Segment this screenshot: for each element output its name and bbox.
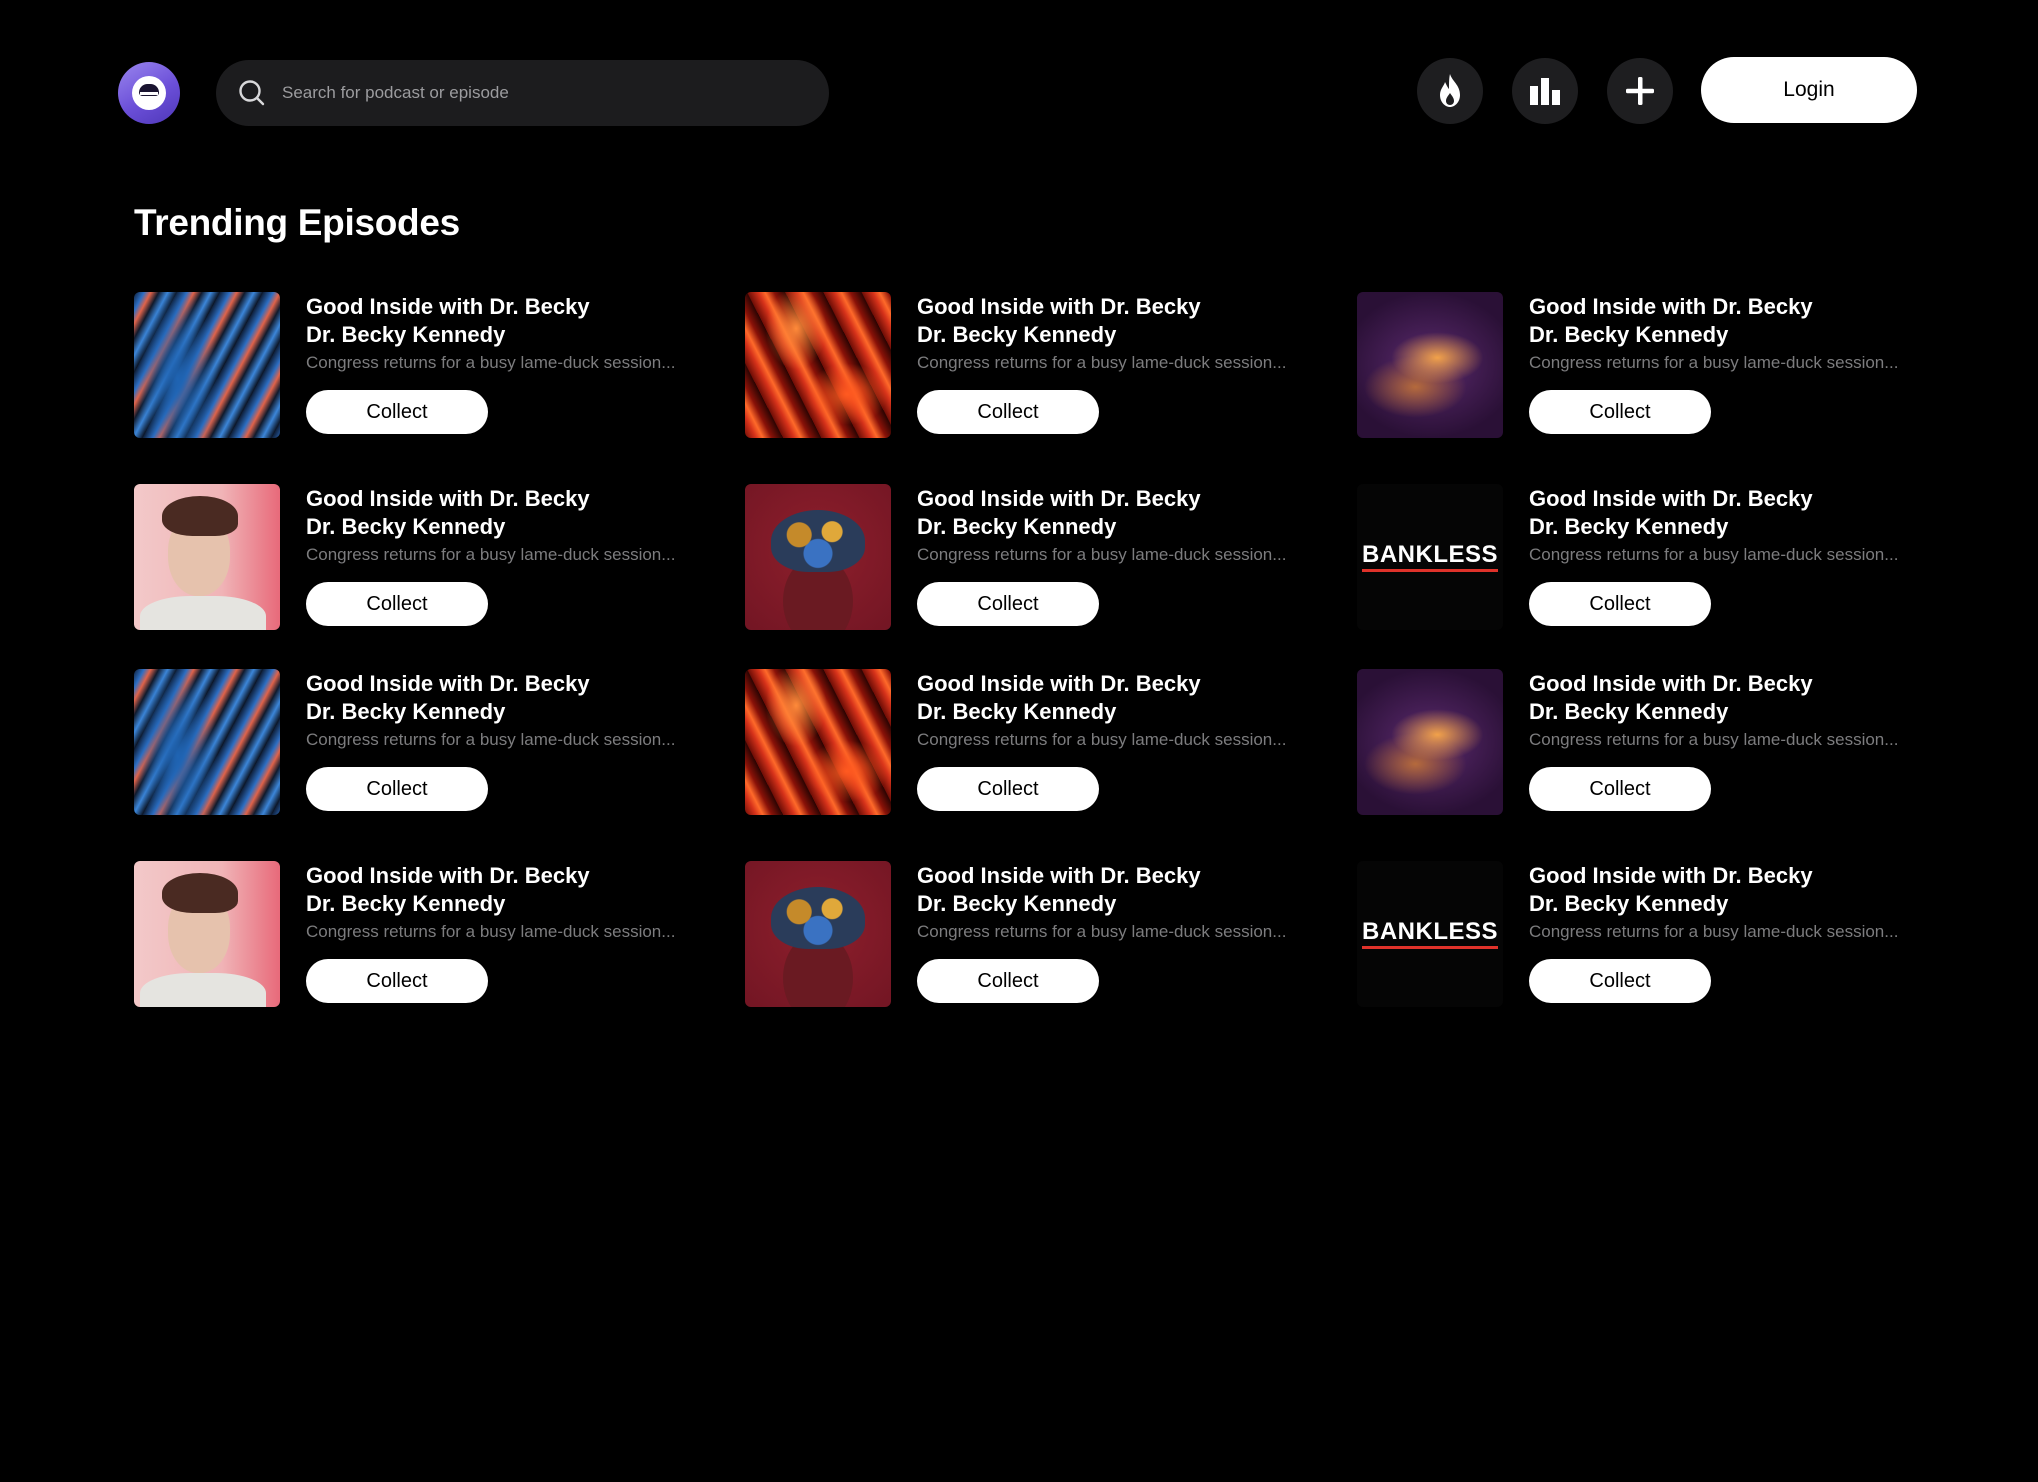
search-bar[interactable] [216,60,829,126]
add-button[interactable] [1607,58,1673,124]
episode-artwork[interactable] [134,484,280,630]
section-title: Trending Episodes [134,202,460,243]
logo-icon [132,76,166,110]
episode-author[interactable]: Dr. Becky Kennedy [1529,893,1728,915]
collect-button[interactable]: Collect [1529,767,1711,811]
episode-author[interactable]: Dr. Becky Kennedy [917,324,1116,346]
collect-button[interactable]: Collect [917,767,1099,811]
episode-artwork[interactable] [745,484,891,630]
collect-button[interactable]: Collect [1529,390,1711,434]
episode-card[interactable]: Good Inside with Dr. Becky Dr. Becky Ken… [1357,292,1957,438]
episode-card[interactable]: Good Inside with Dr. Becky Dr. Becky Ken… [1357,669,1957,815]
episode-artwork[interactable]: BANKLESS [1357,484,1503,630]
episode-card[interactable]: Good Inside with Dr. Becky Dr. Becky Ken… [134,669,734,815]
charts-button[interactable] [1512,58,1578,124]
episode-author[interactable]: Dr. Becky Kennedy [306,893,505,915]
episode-author[interactable]: Dr. Becky Kennedy [1529,701,1728,723]
collect-button[interactable]: Collect [306,582,488,626]
trending-button[interactable] [1417,58,1483,124]
episode-artwork[interactable] [745,292,891,438]
episode-card[interactable]: Good Inside with Dr. Becky Dr. Becky Ken… [745,861,1345,1007]
episode-title[interactable]: Good Inside with Dr. Becky [1529,865,1813,887]
episode-description: Congress returns for a busy lame-duck se… [1529,545,1899,564]
episode-author[interactable]: Dr. Becky Kennedy [1529,516,1728,538]
collect-button[interactable]: Collect [1529,582,1711,626]
episode-description: Congress returns for a busy lame-duck se… [306,730,676,749]
episode-description: Congress returns for a busy lame-duck se… [1529,922,1899,941]
episode-artwork[interactable] [745,861,891,1007]
episode-card[interactable]: Good Inside with Dr. Becky Dr. Becky Ken… [745,669,1345,815]
episode-artwork[interactable] [1357,669,1503,815]
episode-card[interactable]: Good Inside with Dr. Becky Dr. Becky Ken… [134,292,734,438]
search-input[interactable] [282,83,829,103]
episode-title[interactable]: Good Inside with Dr. Becky [917,673,1201,695]
search-icon [239,80,265,106]
episode-title[interactable]: Good Inside with Dr. Becky [1529,488,1813,510]
episode-card[interactable]: BANKLESS Good Inside with Dr. Becky Dr. … [1357,484,1957,630]
episode-title[interactable]: Good Inside with Dr. Becky [306,865,590,887]
episode-author[interactable]: Dr. Becky Kennedy [917,701,1116,723]
episode-description: Congress returns for a busy lame-duck se… [917,730,1287,749]
episode-description: Congress returns for a busy lame-duck se… [1529,730,1899,749]
episode-author[interactable]: Dr. Becky Kennedy [1529,324,1728,346]
episode-author[interactable]: Dr. Becky Kennedy [306,516,505,538]
episode-card[interactable]: BANKLESS Good Inside with Dr. Becky Dr. … [1357,861,1957,1007]
login-button[interactable]: Login [1701,57,1917,123]
episode-description: Congress returns for a busy lame-duck se… [917,353,1287,372]
collect-button[interactable]: Collect [1529,959,1711,1003]
collect-button[interactable]: Collect [917,582,1099,626]
episode-artwork[interactable] [1357,292,1503,438]
collect-button[interactable]: Collect [917,390,1099,434]
fire-icon [1440,74,1460,107]
episode-artwork[interactable]: BANKLESS [1357,861,1503,1007]
episode-card[interactable]: Good Inside with Dr. Becky Dr. Becky Ken… [134,861,734,1007]
episode-artwork[interactable] [134,669,280,815]
bar-chart-icon [1530,78,1560,105]
episode-card[interactable]: Good Inside with Dr. Becky Dr. Becky Ken… [134,484,734,630]
episode-description: Congress returns for a busy lame-duck se… [306,922,676,941]
episode-title[interactable]: Good Inside with Dr. Becky [917,865,1201,887]
collect-button[interactable]: Collect [306,390,488,434]
episode-card[interactable]: Good Inside with Dr. Becky Dr. Becky Ken… [745,292,1345,438]
episode-author[interactable]: Dr. Becky Kennedy [917,516,1116,538]
episode-author[interactable]: Dr. Becky Kennedy [917,893,1116,915]
episode-author[interactable]: Dr. Becky Kennedy [306,701,505,723]
bankless-logo-text: BANKLESS [1361,542,1498,572]
collect-button[interactable]: Collect [917,959,1099,1003]
episode-description: Congress returns for a busy lame-duck se… [306,353,676,372]
episode-artwork[interactable] [745,669,891,815]
plus-icon [1626,77,1654,105]
episode-description: Congress returns for a busy lame-duck se… [1529,353,1899,372]
episode-title[interactable]: Good Inside with Dr. Becky [917,296,1201,318]
episode-description: Congress returns for a busy lame-duck se… [917,922,1287,941]
collect-button[interactable]: Collect [306,767,488,811]
bankless-logo-text: BANKLESS [1361,919,1498,949]
episode-title[interactable]: Good Inside with Dr. Becky [306,673,590,695]
episode-card[interactable]: Good Inside with Dr. Becky Dr. Becky Ken… [745,484,1345,630]
episode-title[interactable]: Good Inside with Dr. Becky [917,488,1201,510]
collect-button[interactable]: Collect [306,959,488,1003]
episode-description: Congress returns for a busy lame-duck se… [917,545,1287,564]
episode-title[interactable]: Good Inside with Dr. Becky [1529,673,1813,695]
episode-artwork[interactable] [134,861,280,1007]
episode-author[interactable]: Dr. Becky Kennedy [306,324,505,346]
episode-title[interactable]: Good Inside with Dr. Becky [306,488,590,510]
episode-artwork[interactable] [134,292,280,438]
episode-title[interactable]: Good Inside with Dr. Becky [1529,296,1813,318]
app-logo[interactable] [118,62,180,124]
episode-description: Congress returns for a busy lame-duck se… [306,545,676,564]
episode-title[interactable]: Good Inside with Dr. Becky [306,296,590,318]
